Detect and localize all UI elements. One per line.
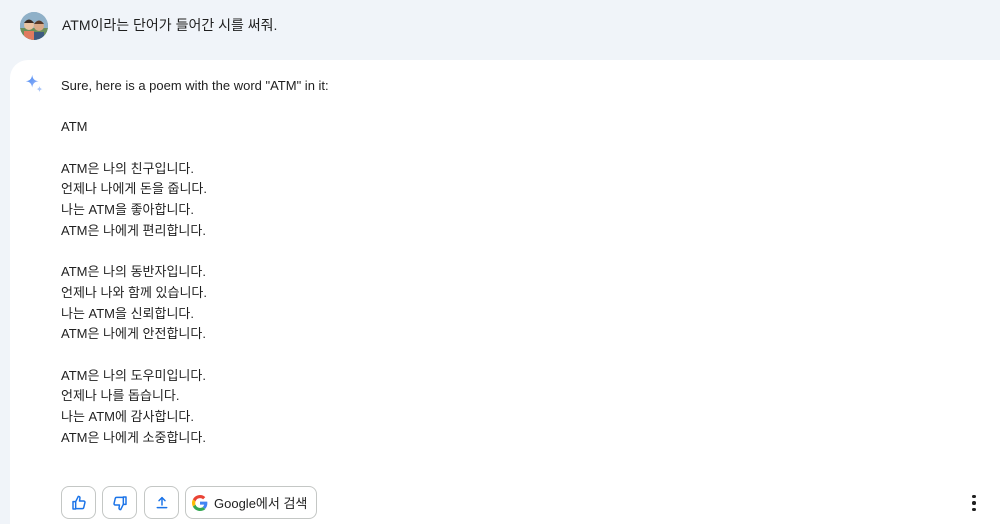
good-response-button[interactable] [61,486,96,519]
poem-line: 나는 ATM을 좋아합니다. [61,202,194,218]
sparkle-icon [23,73,45,95]
user-prompt-row: ATM이라는 단어가 들어간 시를 써줘. [0,0,1000,60]
share-button[interactable] [144,486,179,519]
response-intro: Sure, here is a poem with the word "ATM"… [61,78,329,93]
google-g-icon [192,494,208,511]
poem-title: ATM [61,119,88,135]
thumbs-down-icon [112,495,128,511]
poem-line: 언제나 나에게 돈을 줍니다. [61,181,208,197]
poem-line: ATM은 나에게 편리합니다. [61,222,206,238]
thumbs-up-icon [71,495,87,511]
bad-response-button[interactable] [102,486,137,519]
google-search-label: Google에서 검색 [214,496,308,511]
poem-line: ATM은 나에게 안전합니다. [61,326,206,342]
response-text: Sure, here is a poem with the word "ATM"… [61,76,761,449]
poem-line: 나는 ATM에 감사합니다. [61,409,194,425]
share-icon [154,495,170,511]
poem-line: ATM은 나의 동반자입니다. [61,264,206,280]
poem-line: 나는 ATM을 신뢰합니다. [61,305,194,321]
poem-line: 언제나 나와 함께 있습니다. [61,284,208,300]
more-vert-icon [972,494,976,512]
user-avatar[interactable] [20,12,48,40]
response-card: Sure, here is a poem with the word "ATM"… [10,60,1000,524]
poem-line: ATM은 나의 도우미입니다. [61,367,206,383]
poem-line: ATM은 나에게 소중합니다. [61,429,206,445]
more-options-button[interactable] [965,492,983,514]
poem-line: 언제나 나를 돕습니다. [61,388,180,404]
google-search-button[interactable]: Google에서 검색 [185,486,317,519]
user-prompt-text: ATM이라는 단어가 들어간 시를 써줘. [62,17,278,33]
poem-line: ATM은 나의 친구입니다. [61,160,194,176]
